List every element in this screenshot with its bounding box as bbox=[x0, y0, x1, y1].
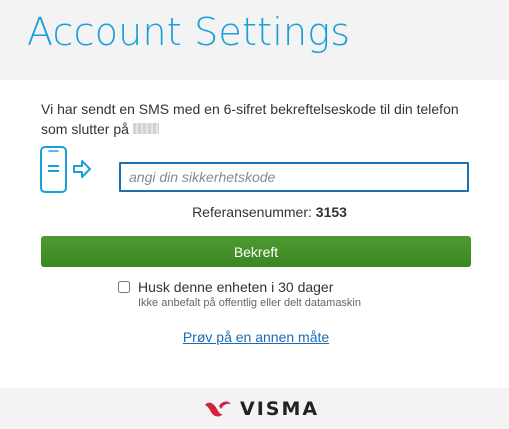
remember-device-row[interactable]: Husk denne enheten i 30 dager bbox=[118, 278, 333, 296]
sms-info-text: Vi har sendt en SMS med en 6-sifret bekr… bbox=[41, 101, 459, 137]
alt-method-row: Prøv på en annen måte bbox=[0, 329, 509, 345]
masked-phone-number bbox=[132, 123, 159, 135]
security-code-input[interactable] bbox=[119, 162, 469, 192]
verification-card: Vi har sendt en SMS med en 6-sifret bekr… bbox=[0, 80, 509, 388]
visma-logo-text: VISMA bbox=[240, 398, 320, 420]
visma-logo-mark-icon bbox=[205, 401, 231, 417]
reference-row: Referansenummer: 3153 bbox=[0, 204, 509, 220]
sms-info-message: Vi har sendt en SMS med en 6-sifret bekr… bbox=[41, 99, 481, 139]
page-title: Account Settings bbox=[27, 10, 351, 54]
header-band: Account Settings bbox=[0, 0, 509, 80]
remember-device-hint: Ikke anbefalt på offentlig eller delt da… bbox=[138, 297, 361, 309]
footer-band: VISMA bbox=[0, 388, 509, 429]
visma-logo: VISMA bbox=[204, 398, 320, 420]
reference-label: Referansenummer: bbox=[192, 204, 312, 220]
remember-device-label[interactable]: Husk denne enheten i 30 dager bbox=[138, 279, 333, 295]
phone-send-code-icon bbox=[40, 146, 91, 193]
remember-device-checkbox[interactable] bbox=[118, 281, 130, 293]
confirm-button[interactable]: Bekreft bbox=[41, 236, 471, 267]
reference-number: 3153 bbox=[315, 204, 347, 220]
try-another-way-link[interactable]: Prøv på en annen måte bbox=[180, 329, 329, 345]
